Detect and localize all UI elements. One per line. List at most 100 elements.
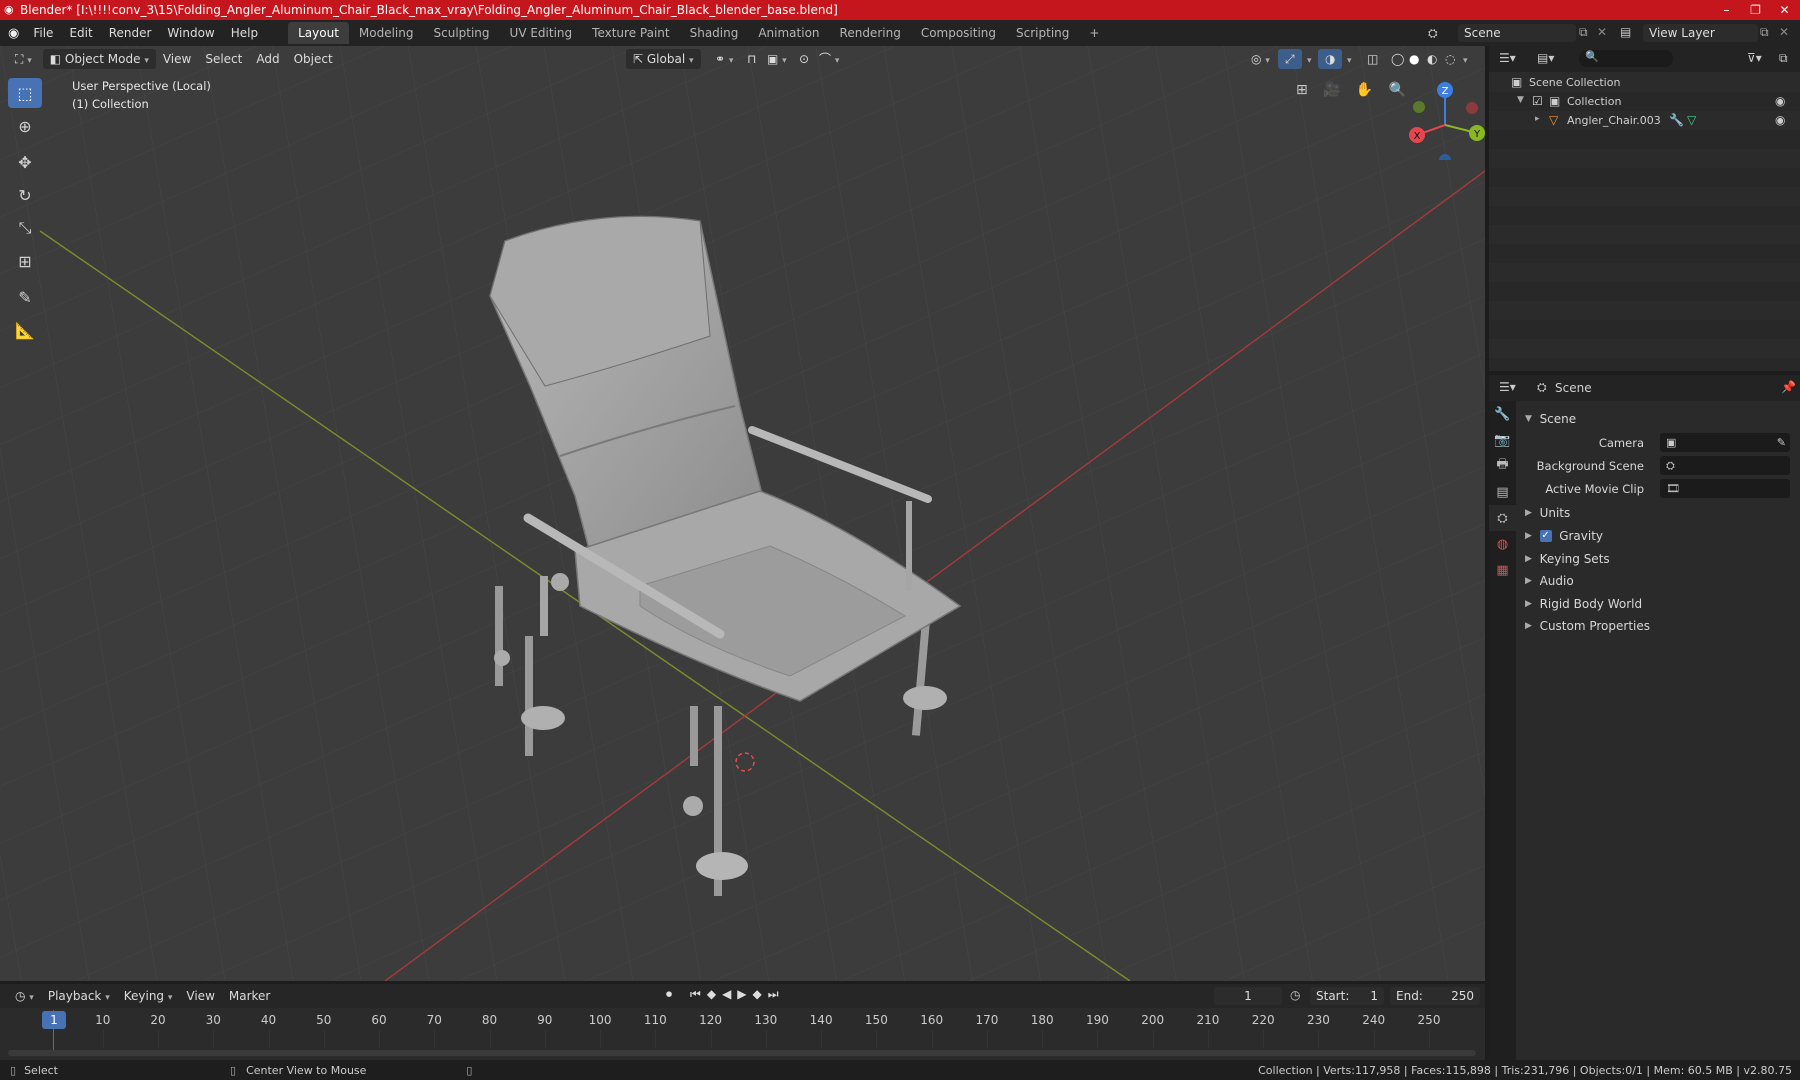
tab-sculpting[interactable]: Sculpting (424, 22, 500, 44)
menu-add[interactable]: Add (249, 49, 286, 69)
xray-icon[interactable]: ◫ (1360, 49, 1385, 69)
cursor-tool-icon[interactable]: ⊕ (8, 111, 42, 141)
output-tab-icon[interactable]: 🖶 (1489, 453, 1516, 479)
menu-object[interactable]: Object (287, 49, 340, 69)
tab-shading[interactable]: Shading (680, 22, 749, 44)
gizmo-dropdown-icon[interactable]: ▾ (1300, 49, 1319, 69)
tab-uv-editing[interactable]: UV Editing (500, 22, 583, 44)
measure-tool-icon[interactable]: 📐 (8, 315, 42, 345)
active-movie-clip-field[interactable]: 🎞 (1660, 479, 1790, 498)
timeline-area[interactable]: 1102030405060708090100110120130140150160… (0, 1008, 1485, 1060)
custom-properties-panel[interactable]: ▶ Custom Properties (1525, 616, 1650, 636)
menu-window[interactable]: Window (159, 22, 222, 44)
shading-dropdown-icon[interactable]: ▾ (1456, 49, 1475, 69)
overlays-dropdown-icon[interactable]: ▾ (1340, 49, 1359, 69)
outliner-search-input[interactable]: 🔍 (1579, 50, 1673, 67)
modifier-wrench-icon[interactable]: 🔧 (1669, 113, 1684, 127)
expand-object-icon[interactable]: ▸ (1535, 114, 1540, 124)
move-tool-icon[interactable]: ✥ (8, 147, 42, 177)
background-scene-field[interactable]: ⛭ (1660, 456, 1790, 475)
menu-select[interactable]: Select (198, 49, 249, 69)
display-mode-icon[interactable]: ▤▾ (1537, 51, 1554, 65)
render-tab-icon[interactable]: 📷 (1489, 427, 1516, 453)
menu-render[interactable]: Render (101, 22, 160, 44)
select-box-tool-icon[interactable]: ⬚ (8, 78, 42, 108)
add-workspace-button[interactable]: + (1079, 22, 1109, 44)
transform-tool-icon[interactable]: ⊞ (8, 246, 42, 276)
units-panel[interactable]: ▶ Units (1525, 503, 1570, 523)
outliner-row-object[interactable]: ▸ ▽ Angler_Chair.003 🔧 ▽ ◉ (1489, 111, 1800, 130)
record-button-icon[interactable]: ⏺ (666, 987, 672, 1002)
pan-hand-icon[interactable]: ✋ (1356, 82, 1373, 98)
grid-toggle-icon[interactable]: ⊞ (1296, 82, 1308, 98)
properties-editor-icon[interactable]: ☰▾ (1499, 380, 1516, 394)
annotate-tool-icon[interactable]: ✎ (8, 282, 42, 312)
mesh-data-icon[interactable]: ▽ (1687, 113, 1696, 127)
play-icon[interactable]: ▶ (737, 987, 746, 1002)
new-collection-icon[interactable]: ⧉ (1779, 51, 1788, 66)
preview-range-icon[interactable]: ◷ (1290, 988, 1300, 1002)
menu-playback[interactable]: Playback ▾ (41, 986, 117, 1006)
collection-eye-icon[interactable]: ◉ (1775, 94, 1785, 108)
rigid-body-world-panel[interactable]: ▶ Rigid Body World (1525, 594, 1642, 614)
scene-selector[interactable]: Scene (1458, 24, 1576, 42)
menu-file[interactable]: File (25, 22, 61, 44)
outliner-editor-icon[interactable]: ☰▾ (1499, 51, 1516, 65)
view-layer-selector[interactable]: View Layer (1643, 24, 1758, 42)
timeline-scrollbar[interactable] (8, 1050, 1476, 1056)
filter-icon[interactable]: ⊽▾ (1747, 51, 1762, 65)
jump-end-icon[interactable]: ⏭ (768, 987, 779, 1002)
tab-scripting[interactable]: Scripting (1006, 22, 1079, 44)
tab-compositing[interactable]: Compositing (911, 22, 1006, 44)
gravity-checkbox[interactable]: ✓ (1539, 530, 1552, 542)
menu-view[interactable]: View (156, 49, 198, 69)
camera-view-icon[interactable]: 🎥 (1323, 82, 1340, 98)
menu-marker[interactable]: Marker (222, 986, 277, 1006)
pivot-point-icon[interactable]: ⚭ ▾ (708, 49, 740, 69)
object-eye-icon[interactable]: ◉ (1775, 113, 1785, 127)
maximize-button[interactable]: ❐ (1741, 0, 1770, 20)
next-keyframe-icon[interactable]: ◆ (753, 987, 762, 1002)
keying-sets-panel[interactable]: ▶ Keying Sets (1525, 549, 1610, 569)
end-frame-field[interactable]: End: 250 (1390, 987, 1480, 1005)
gizmo-toggle-icon[interactable]: ⤢ (1278, 49, 1302, 69)
timeline-editor-icon[interactable]: ◷ ▾ (8, 986, 41, 1006)
zoom-icon[interactable]: 🔍 (1389, 82, 1406, 98)
outliner-row-scene-collection[interactable]: ▣ Scene Collection (1489, 72, 1800, 92)
play-reverse-icon[interactable]: ◀ (722, 987, 731, 1002)
jump-start-icon[interactable]: ⏮ (690, 987, 701, 1002)
tab-rendering[interactable]: Rendering (830, 22, 911, 44)
copy-view-layer-icon[interactable]: ⧉ (1760, 25, 1769, 40)
editor-type-icon[interactable]: ⛶ ▾ (8, 49, 39, 69)
remove-view-layer-icon[interactable]: ✕ (1779, 25, 1789, 39)
pin-icon[interactable]: 📌 (1781, 380, 1796, 394)
tab-layout[interactable]: Layout (288, 22, 349, 44)
visibility-icon[interactable]: ◎ ▾ (1244, 49, 1277, 69)
world-tab-icon[interactable]: ◍ (1489, 531, 1516, 557)
menu-help[interactable]: Help (223, 22, 266, 44)
overlays-icon[interactable]: ◑ (1318, 49, 1343, 69)
scene-tab-icon[interactable]: ⛭ (1489, 505, 1516, 531)
menu-timeline-view[interactable]: View (179, 986, 221, 1006)
tool-tab-icon[interactable]: 🔧 (1489, 401, 1516, 427)
snap-target-icon[interactable]: ▣ ▾ (760, 49, 794, 69)
texture-tab-icon[interactable]: ▦ (1489, 557, 1516, 583)
blender-menu-icon[interactable]: ◉ (8, 26, 19, 41)
close-button[interactable]: ✕ (1770, 0, 1799, 20)
prev-keyframe-icon[interactable]: ◆ (707, 987, 716, 1002)
start-frame-field[interactable]: Start: 1 (1310, 987, 1384, 1005)
view-layer-tab-icon[interactable]: ▤ (1489, 479, 1516, 505)
copy-scene-icon[interactable]: ⧉ (1579, 25, 1588, 40)
transform-orientation[interactable]: ⇱ Global ▾ (626, 49, 701, 69)
outliner-row-collection[interactable]: ▼ ☑ ▣ Collection ◉ (1489, 92, 1800, 111)
gravity-panel[interactable]: ▶ ✓ Gravity (1525, 526, 1603, 546)
mode-selector[interactable]: ◧ Object Mode ▾ (42, 49, 156, 69)
remove-scene-icon[interactable]: ✕ (1597, 25, 1607, 39)
rotate-tool-icon[interactable]: ↻ (8, 180, 42, 210)
playhead-frame[interactable]: 1 (42, 1011, 66, 1029)
menu-keying[interactable]: Keying ▾ (117, 986, 180, 1006)
collection-checkbox[interactable]: ☑ (1532, 94, 1543, 108)
3d-viewport[interactable]: ⛶ ▾ ◧ Object Mode ▾ View Select Add Obje… (0, 46, 1485, 981)
minimize-button[interactable]: – (1712, 0, 1741, 20)
tab-texture-paint[interactable]: Texture Paint (582, 22, 679, 44)
